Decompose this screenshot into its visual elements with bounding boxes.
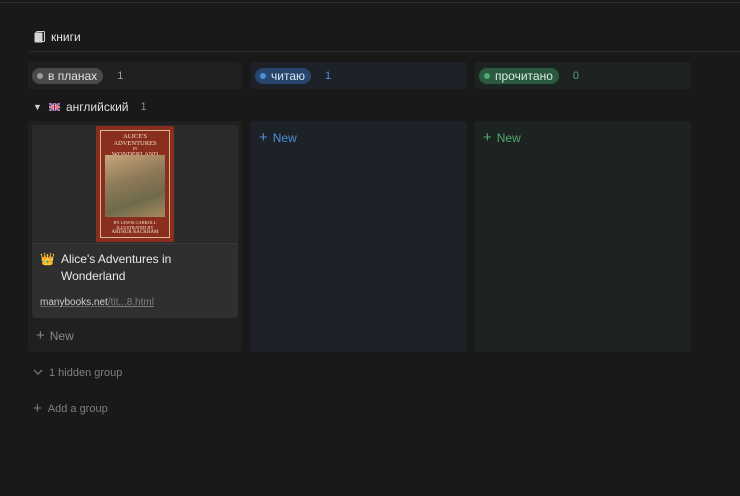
status-dot-icon	[484, 72, 490, 79]
hidden-groups-toggle[interactable]: 1 hidden group	[33, 367, 122, 379]
status-pill: в планах	[32, 67, 104, 84]
add-group-button[interactable]: + Add a group	[33, 400, 108, 417]
status-pill: читаю	[255, 67, 311, 84]
card-title: 👑 Alice's Adventures in Wonderland	[40, 251, 230, 285]
plus-icon: +	[33, 400, 42, 417]
column-count: 1	[325, 69, 332, 82]
column-header-reading[interactable]: читаю 1	[251, 62, 467, 89]
book-card[interactable]: ALICE'S ADVENTURES IN WONDERLAND BY LEWI…	[32, 125, 238, 318]
caret-down-icon[interactable]: ▼	[33, 102, 43, 112]
new-card-button-done[interactable]: + New	[483, 129, 521, 146]
new-label: New	[496, 131, 521, 145]
new-card-button-planned[interactable]: + New	[36, 327, 74, 344]
hidden-groups-label: 1 hidden group	[49, 367, 123, 379]
database-title-text: книги	[51, 30, 81, 44]
group-name: английский	[66, 100, 129, 114]
column-count: 1	[117, 69, 124, 82]
chevron-down-icon	[33, 367, 43, 379]
card-url-link[interactable]: manybooks.net/tit...8.html	[40, 297, 154, 308]
status-label: читаю	[271, 68, 305, 83]
cover-illustration	[105, 155, 165, 217]
uk-flag-icon	[48, 100, 61, 114]
new-label: New	[49, 329, 74, 343]
card-cover: ALICE'S ADVENTURES IN WONDERLAND BY LEWI…	[32, 125, 238, 244]
plus-icon: +	[36, 327, 45, 344]
status-label: прочитано	[495, 68, 553, 83]
book-cover-image: ALICE'S ADVENTURES IN WONDERLAND BY LEWI…	[96, 126, 174, 242]
card-title-text: Alice's Adventures in Wonderland	[60, 252, 172, 283]
add-group-label: Add a group	[47, 403, 108, 415]
column-header-done[interactable]: прочитано 0	[475, 62, 691, 89]
plus-icon: +	[259, 129, 268, 146]
group-header[interactable]: ▼ английский 1	[33, 100, 147, 114]
status-dot-icon	[37, 72, 43, 79]
status-label: в планах	[48, 68, 98, 83]
title-divider	[28, 51, 740, 52]
status-dot-icon	[260, 72, 266, 79]
cover-author: BY LEWIS CARROLL ILLUSTRATED BY ARTHUR R…	[111, 220, 159, 235]
url-host: manybooks.net	[40, 297, 108, 308]
top-divider	[0, 2, 740, 3]
new-label: New	[272, 131, 297, 145]
column-body-reading	[251, 121, 467, 352]
url-path: /tit...8.html	[107, 297, 154, 308]
column-body-done	[475, 121, 691, 352]
database-title[interactable]: книги	[34, 29, 81, 45]
new-card-button-reading[interactable]: + New	[259, 129, 297, 146]
column-count: 0	[572, 69, 579, 82]
group-count: 1	[140, 101, 147, 113]
column-header-planned[interactable]: в планах 1	[28, 62, 242, 89]
status-pill: прочитано	[479, 67, 559, 84]
plus-icon: +	[483, 129, 492, 146]
crown-icon: 👑	[40, 252, 55, 266]
page-icon	[34, 31, 45, 43]
